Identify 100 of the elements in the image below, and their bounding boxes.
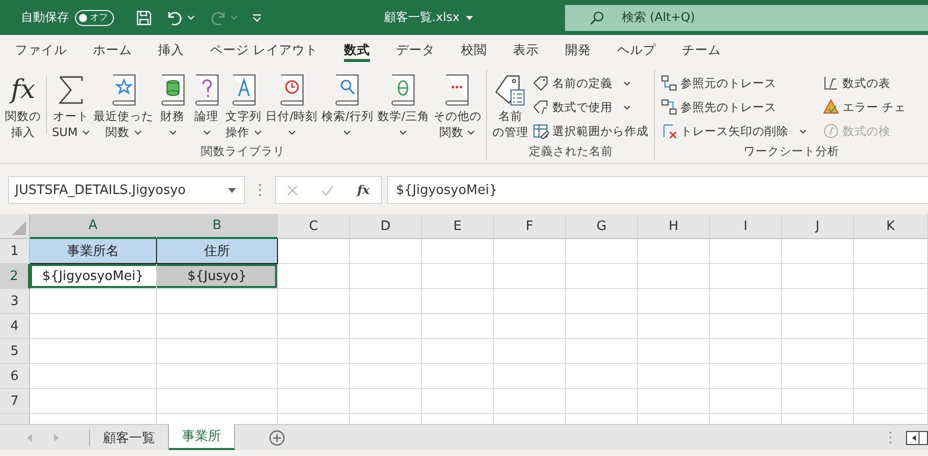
table-cell: [494, 389, 566, 414]
customize-icon[interactable]: [252, 14, 262, 22]
ribbon-button[interactable]: 数学/三角: [375, 70, 432, 140]
trace-precedents-icon: [661, 75, 678, 91]
cancel-icon[interactable]: [287, 184, 298, 196]
column-header[interactable]: B: [157, 214, 278, 239]
table-cell: [566, 264, 638, 289]
menu-tab[interactable]: ページ レイアウト: [197, 35, 331, 65]
table-cell: [782, 339, 854, 364]
enter-icon[interactable]: [321, 184, 334, 196]
table-cell: [278, 364, 350, 389]
ribbon-button[interactable]: 論理: [190, 70, 224, 140]
save-icon[interactable]: [136, 10, 152, 26]
undo-icon[interactable]: [166, 10, 184, 26]
caret-icon[interactable]: [466, 16, 473, 20]
table-cell: [566, 314, 638, 339]
table-cell: [494, 364, 566, 389]
table-cell: [494, 289, 566, 314]
file-name: 顧客一覧.xlsx: [384, 9, 460, 26]
table-cell: [638, 264, 710, 289]
ribbon-button[interactable]: エラー チェ: [820, 96, 909, 118]
warning-icon: [823, 99, 840, 115]
ribbon-button[interactable]: トレース矢印の削除: [658, 120, 810, 142]
ribbon-button[interactable]: 数式の表: [820, 72, 909, 94]
row-header[interactable]: 2: [0, 264, 30, 289]
next-sheet-icon[interactable]: [54, 434, 59, 442]
menu-tab[interactable]: ホーム: [80, 35, 145, 65]
ribbon-button[interactable]: 最近使った 関数: [92, 70, 156, 140]
table-cell: [710, 289, 782, 314]
ribbon-button[interactable]: 選択範囲から作成: [530, 120, 652, 142]
search-icon: [590, 10, 604, 24]
row-header[interactable]: 3: [0, 289, 30, 314]
column-header[interactable]: I: [710, 214, 782, 239]
table-cell: [638, 364, 710, 389]
row-header[interactable]: 4: [0, 314, 30, 339]
table-cell: [566, 289, 638, 314]
table-cell: [422, 389, 494, 414]
select-all-button[interactable]: [0, 214, 30, 239]
formula-field[interactable]: ${JigyosyoMei}: [387, 176, 928, 204]
column-header[interactable]: H: [638, 214, 710, 239]
column-header[interactable]: K: [854, 214, 928, 239]
menu-tab[interactable]: 数式: [330, 35, 383, 65]
table-cell: [782, 289, 854, 314]
ribbon-button[interactable]: 財務: [156, 70, 190, 140]
ribbon-button[interactable]: fx 関数の 挿入: [3, 70, 43, 140]
column-header[interactable]: G: [566, 214, 638, 239]
menu-tab[interactable]: 表示: [500, 35, 552, 65]
ribbon-button[interactable]: その他の 関数: [431, 70, 484, 140]
ribbon-button[interactable]: 名前の定義: [530, 72, 652, 94]
table-cell: [278, 264, 350, 289]
show-formulas-icon: [823, 75, 840, 91]
ribbon-button[interactable]: 数式で使用: [530, 96, 652, 118]
row-header[interactable]: 1: [0, 239, 30, 264]
table-cell: [782, 239, 854, 264]
table-cell: [350, 239, 422, 264]
column-header[interactable]: A: [30, 214, 157, 239]
menu-tab[interactable]: ファイル: [2, 35, 80, 65]
menu-tab[interactable]: チーム: [668, 35, 734, 65]
column-header[interactable]: F: [494, 214, 566, 239]
table-selection-icon: [533, 123, 550, 139]
autosave-label: 自動保存: [21, 9, 69, 26]
menu-tab[interactable]: ヘルプ: [604, 35, 669, 65]
ribbon-button[interactable]: 検索/行列: [320, 70, 376, 140]
table-cell: [350, 314, 422, 339]
previous-sheet-icon[interactable]: [27, 434, 32, 442]
table-cell: [350, 289, 422, 314]
caret-icon[interactable]: [228, 188, 236, 192]
ribbon-button[interactable]: 参照元のトレース: [658, 72, 810, 94]
ribbon-button[interactable]: 参照先のトレース: [658, 96, 810, 118]
ribbon-button[interactable]: 日付/時刻: [264, 70, 320, 140]
table-cell: 事業所名: [30, 239, 157, 264]
scroll-left-icon[interactable]: [906, 430, 928, 444]
table-cell: [710, 239, 782, 264]
column-header[interactable]: D: [350, 214, 422, 239]
table-cell: [278, 389, 350, 414]
search-field[interactable]: 検索 (Alt+Q): [565, 4, 928, 30]
table-cell: [710, 364, 782, 389]
table-cell: [422, 289, 494, 314]
row-header[interactable]: 7: [0, 389, 30, 414]
ribbon-button[interactable]: 名前 の管理: [490, 70, 530, 140]
table-cell: [422, 314, 494, 339]
autosave-toggle[interactable]: オフ: [75, 10, 114, 26]
menu-tab[interactable]: 校閲: [448, 35, 500, 65]
ribbon-button[interactable]: オート SUM: [50, 70, 92, 140]
column-header[interactable]: C: [278, 214, 350, 239]
column-header[interactable]: E: [422, 214, 494, 239]
row-header[interactable]: 6: [0, 364, 30, 389]
column-header[interactable]: J: [782, 214, 854, 239]
sheet-tab[interactable]: 事業所: [169, 424, 235, 450]
add-sheet-icon[interactable]: [269, 430, 285, 446]
insert-function-button[interactable]: fx: [357, 183, 370, 197]
row-header[interactable]: 5: [0, 339, 30, 364]
table-cell: [494, 339, 566, 364]
menu-tab[interactable]: 挿入: [145, 35, 197, 65]
ribbon-button[interactable]: 文字列 操作: [224, 70, 264, 140]
table-cell: [494, 264, 566, 289]
more-icon[interactable]: [889, 431, 892, 444]
name-box[interactable]: JUSTSFA_DETAILS.Jigyosyo: [8, 176, 245, 204]
menu-tab[interactable]: データ: [382, 35, 448, 65]
menu-tab[interactable]: 開発: [552, 35, 604, 65]
